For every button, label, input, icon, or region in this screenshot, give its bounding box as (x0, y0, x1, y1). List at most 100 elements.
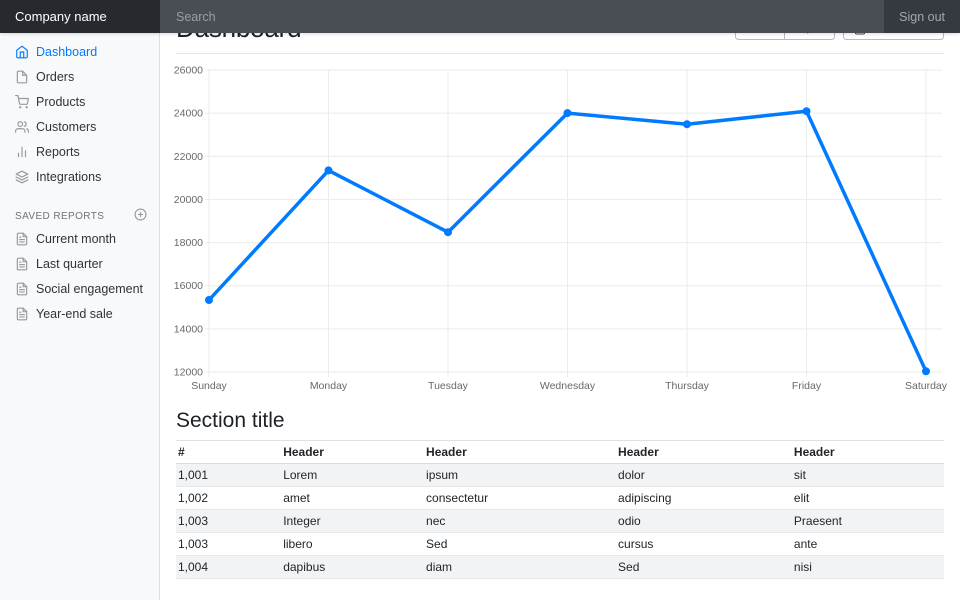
table-cell: Sed (616, 556, 792, 579)
svg-text:Friday: Friday (792, 380, 822, 392)
table-cell: nisi (792, 556, 944, 579)
file-text-icon (15, 232, 29, 246)
chart-canvas: 1200014000160001800020000220002400026000… (176, 62, 944, 394)
table-row: 1,004dapibusdiamSednisi (176, 556, 944, 579)
chart-point (444, 228, 452, 236)
saved-report-label: Social engagement (36, 282, 143, 296)
table-cell: Lorem (281, 464, 424, 487)
svg-text:24000: 24000 (174, 108, 203, 120)
table-row: 1,003IntegernecodioPraesent (176, 510, 944, 533)
sign-out-link[interactable]: Sign out (884, 0, 960, 33)
file-text-icon (15, 282, 29, 296)
table-header-cell: Header (424, 441, 616, 464)
file-text-icon (15, 307, 29, 321)
saved-report-current-month[interactable]: Current month (0, 226, 160, 251)
data-table: #HeaderHeaderHeaderHeader 1,001Loremipsu… (176, 440, 944, 579)
table-cell: dapibus (281, 556, 424, 579)
svg-text:Tuesday: Tuesday (428, 380, 469, 392)
svg-text:Sunday: Sunday (191, 380, 227, 392)
table-cell: 1,002 (176, 487, 281, 510)
table-cell: Sed (424, 533, 616, 556)
sidebar-nav: DashboardOrders Products Customers Reports I… (0, 39, 160, 189)
table-cell: consectetur (424, 487, 616, 510)
table-cell: 1,004 (176, 556, 281, 579)
svg-text:Saturday: Saturday (905, 380, 948, 392)
svg-text:Thursday: Thursday (665, 380, 710, 392)
svg-text:12000: 12000 (174, 367, 203, 379)
sidebar-item-label: Products (36, 95, 85, 109)
table-cell: elit (792, 487, 944, 510)
svg-text:20000: 20000 (174, 194, 203, 206)
sales-line-chart: 1200014000160001800020000220002400026000… (176, 62, 944, 394)
saved-report-label: Year-end sale (36, 307, 113, 321)
plus-circle-icon (134, 208, 147, 221)
svg-text:26000: 26000 (174, 65, 203, 77)
table-cell: diam (424, 556, 616, 579)
chart-point (803, 107, 811, 115)
table-cell: 1,003 (176, 533, 281, 556)
chart-point (564, 109, 572, 117)
saved-reports-nav: Current month Last quarter Social engageme… (0, 226, 160, 326)
file-icon (15, 70, 29, 84)
svg-text:18000: 18000 (174, 237, 203, 249)
main-content: Dashboard Share Export This week 1200014… (160, 0, 960, 579)
layers-icon (15, 170, 29, 184)
table-cell: ante (792, 533, 944, 556)
table-cell: Praesent (792, 510, 944, 533)
table-cell: ipsum (424, 464, 616, 487)
file-text-icon (15, 257, 29, 271)
chart-point (325, 166, 333, 174)
saved-report-year-end-sale[interactable]: Year-end sale (0, 301, 160, 326)
table-row: 1,003liberoSedcursusante (176, 533, 944, 556)
shopping-cart-icon (15, 95, 29, 109)
table-cell: adipiscing (616, 487, 792, 510)
brand-link[interactable]: Company name (0, 0, 160, 33)
sidebar-item-label: Reports (36, 145, 80, 159)
table-cell: nec (424, 510, 616, 533)
table-header-cell: Header (616, 441, 792, 464)
top-navbar: Company name Sign out (0, 0, 960, 33)
saved-report-label: Last quarter (36, 257, 103, 271)
chart-point (205, 296, 213, 304)
table-head: #HeaderHeaderHeaderHeader (176, 441, 944, 464)
table-cell: sit (792, 464, 944, 487)
home-icon (15, 45, 29, 59)
sidebar-item-orders[interactable]: Orders (0, 64, 160, 89)
svg-text:Monday: Monday (310, 380, 348, 392)
sidebar-item-label: Integrations (36, 170, 101, 184)
table-header-cell: # (176, 441, 281, 464)
table-cell: 1,003 (176, 510, 281, 533)
table-header-cell: Header (792, 441, 944, 464)
table-cell: libero (281, 533, 424, 556)
svg-text:22000: 22000 (174, 151, 203, 163)
saved-reports-label: Saved reports (15, 211, 104, 222)
sidebar-item-customers[interactable]: Customers (0, 114, 160, 139)
table-cell: 1,001 (176, 464, 281, 487)
sidebar-item-reports[interactable]: Reports (0, 139, 160, 164)
sidebar-item-products[interactable]: Products (0, 89, 160, 114)
svg-text:16000: 16000 (174, 280, 203, 292)
table-cell: dolor (616, 464, 792, 487)
search-input[interactable] (160, 0, 884, 33)
sidebar: DashboardOrders Products Customers Reports I… (0, 33, 160, 600)
saved-report-social-engagement[interactable]: Social engagement (0, 276, 160, 301)
users-icon (15, 120, 29, 134)
svg-text:Wednesday: Wednesday (540, 380, 596, 392)
table-body: 1,001Loremipsumdolorsit1,002ametconsecte… (176, 464, 944, 579)
add-report-button[interactable] (134, 208, 147, 224)
section-title: Section title (176, 409, 944, 433)
sidebar-item-label: Customers (36, 120, 96, 134)
table-cell: cursus (616, 533, 792, 556)
saved-report-last-quarter[interactable]: Last quarter (0, 251, 160, 276)
chart-point (922, 367, 930, 375)
chart-point (683, 120, 691, 128)
table-header-cell: Header (281, 441, 424, 464)
table-cell: Integer (281, 510, 424, 533)
saved-report-label: Current month (36, 232, 116, 246)
table-cell: odio (616, 510, 792, 533)
table-row: 1,001Loremipsumdolorsit (176, 464, 944, 487)
bar-chart-icon (15, 145, 29, 159)
saved-reports-heading: Saved reports (0, 206, 160, 226)
sidebar-item-integrations[interactable]: Integrations (0, 164, 160, 189)
sidebar-item-dashboard[interactable]: Dashboard (0, 39, 160, 64)
